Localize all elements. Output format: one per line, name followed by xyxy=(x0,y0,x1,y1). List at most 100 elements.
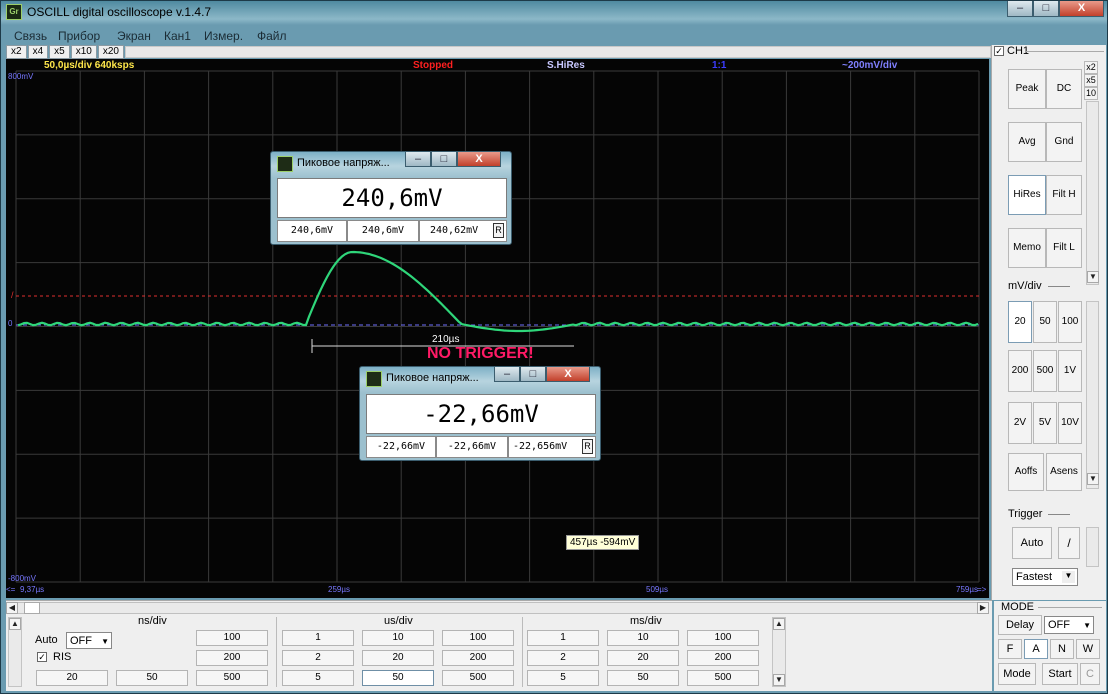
menu-device[interactable]: Прибор xyxy=(58,29,100,43)
dc-button[interactable]: DC xyxy=(1046,69,1082,109)
zoom-x20-button[interactable]: x20 xyxy=(97,45,124,59)
scroll-right-icon[interactable]: ▶ xyxy=(977,602,989,614)
trigger-scrollbar[interactable] xyxy=(1086,527,1099,567)
us-5-button[interactable]: 5 xyxy=(282,670,354,686)
us-1-button[interactable]: 1 xyxy=(282,630,354,646)
auto-select[interactable]: OFF ▼ xyxy=(66,632,112,649)
ms-2-button[interactable]: 2 xyxy=(527,650,599,666)
ms-5-button[interactable]: 5 xyxy=(527,670,599,686)
menu-connection[interactable]: Связь xyxy=(14,29,47,43)
us-20-button[interactable]: 20 xyxy=(362,650,434,666)
ms-20-button[interactable]: 20 xyxy=(607,650,679,666)
x-left-arrow-icon[interactable]: <= xyxy=(6,585,15,594)
ns-500-button[interactable]: 500 xyxy=(196,670,268,686)
zoom-x10-button[interactable]: x10 xyxy=(70,45,97,59)
c-button[interactable]: C xyxy=(1080,663,1100,685)
asens-button[interactable]: Asens xyxy=(1046,453,1082,491)
scroll-down-icon[interactable]: ▼ xyxy=(1087,271,1099,283)
start-button[interactable]: Start xyxy=(1042,663,1078,685)
us-200-button[interactable]: 200 xyxy=(442,650,514,666)
top-scrollbar[interactable] xyxy=(125,46,991,58)
mvdiv-5v-button[interactable]: 5V xyxy=(1033,402,1057,444)
menu-channel1[interactable]: Кан1 xyxy=(164,29,191,43)
ms-10-button[interactable]: 10 xyxy=(607,630,679,646)
zoom-x4-button[interactable]: x4 xyxy=(27,45,49,59)
ns-50-button[interactable]: 50 xyxy=(116,670,188,686)
peak-voltage-dialog-min[interactable]: Пиковое напряж... – □ X -22,66mV -22,66m… xyxy=(359,366,601,461)
dialog-minimize-button[interactable]: – xyxy=(405,152,431,167)
menu-file[interactable]: Файл xyxy=(257,29,287,43)
trigger-auto-button[interactable]: Auto xyxy=(1012,527,1052,559)
scroll-up-icon[interactable]: ▲ xyxy=(9,618,21,630)
ms-500-button[interactable]: 500 xyxy=(687,670,759,686)
delay-button[interactable]: Delay xyxy=(998,615,1042,635)
dialog-maximize-button[interactable]: □ xyxy=(431,152,457,167)
mode-f-button[interactable]: F xyxy=(998,639,1022,659)
ch-button-scrollbar[interactable] xyxy=(1086,101,1099,285)
reset-button[interactable]: R xyxy=(493,223,504,238)
mode-n-button[interactable]: N xyxy=(1050,639,1074,659)
mvdiv-50-button[interactable]: 50 xyxy=(1033,301,1057,343)
ch-zoom-10-button[interactable]: 10 xyxy=(1084,87,1098,100)
ns-100-button[interactable]: 100 xyxy=(196,630,268,646)
aoffs-button[interactable]: Aoffs xyxy=(1008,453,1044,491)
reset-button[interactable]: R xyxy=(582,439,593,454)
us-50-button[interactable]: 50 xyxy=(362,670,434,686)
filt-l-button[interactable]: Filt L xyxy=(1046,228,1082,268)
hires-button[interactable]: HiRes xyxy=(1008,175,1046,215)
mvdiv-20-button[interactable]: 20 xyxy=(1008,301,1032,343)
mvdiv-500-button[interactable]: 500 xyxy=(1033,350,1057,392)
ns-200-button[interactable]: 200 xyxy=(196,650,268,666)
filt-h-button[interactable]: Filt H xyxy=(1046,175,1082,215)
dialog-close-button[interactable]: X xyxy=(546,367,590,382)
scroll-down-icon[interactable]: ▼ xyxy=(773,674,785,686)
ms-100-button[interactable]: 100 xyxy=(687,630,759,646)
peak-button[interactable]: Peak xyxy=(1008,69,1046,109)
mvdiv-200-button[interactable]: 200 xyxy=(1008,350,1032,392)
close-button[interactable]: X xyxy=(1059,1,1104,17)
scroll-left-icon[interactable]: ◀ xyxy=(6,602,18,614)
peak-voltage-dialog-max[interactable]: Пиковое напряж... – □ X 240,6mV 240,6mV … xyxy=(270,151,512,245)
mvdiv-2v-button[interactable]: 2V xyxy=(1008,402,1032,444)
menu-screen[interactable]: Экран xyxy=(117,29,151,43)
scope-display[interactable]: 50,0µs/div 640ksps Stopped S.HiRes 1:1 ~… xyxy=(6,59,989,598)
ch1-checkbox[interactable]: ✓ xyxy=(994,46,1004,56)
ris-checkbox[interactable]: ✓ xyxy=(37,652,47,662)
dialog-maximize-button[interactable]: □ xyxy=(520,367,546,382)
avg-button[interactable]: Avg xyxy=(1008,122,1046,162)
mvdiv-scrollbar[interactable] xyxy=(1086,301,1099,489)
x-right-arrow-icon[interactable]: => xyxy=(977,585,986,594)
memo-button[interactable]: Memo xyxy=(1008,228,1046,268)
menu-measure[interactable]: Измер. xyxy=(204,29,243,43)
ms-50-button[interactable]: 50 xyxy=(607,670,679,686)
dialog-close-button[interactable]: X xyxy=(457,152,501,167)
gnd-button[interactable]: Gnd xyxy=(1046,122,1082,162)
mvdiv-1v-button[interactable]: 1V xyxy=(1058,350,1082,392)
mvdiv-10v-button[interactable]: 10V xyxy=(1058,402,1082,444)
bottom-hscroll-thumb[interactable] xyxy=(24,602,40,614)
dialog-minimize-button[interactable]: – xyxy=(494,367,520,382)
us-2-button[interactable]: 2 xyxy=(282,650,354,666)
mode-w-button[interactable]: W xyxy=(1076,639,1100,659)
zoom-x5-button[interactable]: x5 xyxy=(49,45,70,59)
us-100-button[interactable]: 100 xyxy=(442,630,514,646)
mode-button[interactable]: Mode xyxy=(998,663,1036,685)
zoom-x2-button[interactable]: x2 xyxy=(6,45,27,59)
scroll-down-icon[interactable]: ▼ xyxy=(1087,473,1099,485)
scroll-up-icon[interactable]: ▲ xyxy=(773,618,785,630)
trigger-marker[interactable]: / xyxy=(11,290,14,300)
ch-zoom-x5-button[interactable]: x5 xyxy=(1084,74,1098,87)
bottom-hscroll[interactable] xyxy=(6,602,989,614)
us-500-button[interactable]: 500 xyxy=(442,670,514,686)
trigger-speed-select[interactable]: Fastest ▼ xyxy=(1012,568,1078,586)
maximize-button[interactable]: □ xyxy=(1033,1,1059,17)
ms-200-button[interactable]: 200 xyxy=(687,650,759,666)
delay-select[interactable]: OFF ▼ xyxy=(1044,616,1094,634)
us-10-button[interactable]: 10 xyxy=(362,630,434,646)
trigger-edge-button[interactable]: / xyxy=(1058,527,1080,559)
minimize-button[interactable]: – xyxy=(1007,1,1033,17)
ms-1-button[interactable]: 1 xyxy=(527,630,599,646)
mvdiv-100-button[interactable]: 100 xyxy=(1058,301,1082,343)
mode-a-button[interactable]: A xyxy=(1024,639,1048,659)
ch-zoom-x2-button[interactable]: x2 xyxy=(1084,61,1098,74)
